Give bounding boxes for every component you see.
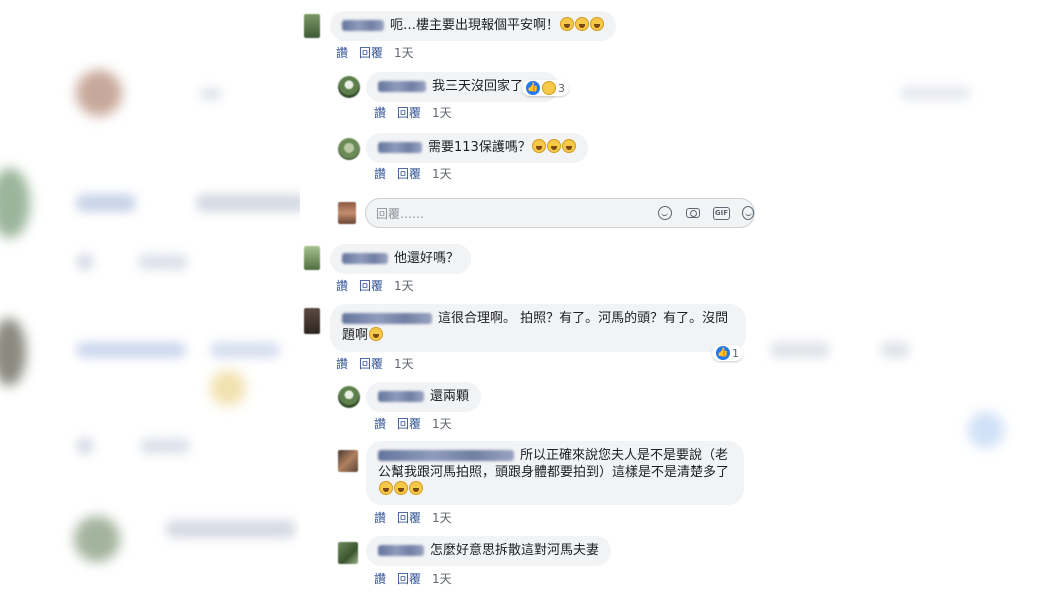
like-link[interactable]: 讚 (374, 417, 386, 431)
haha-reaction-icon (542, 81, 556, 95)
commenter-name[interactable] (378, 81, 426, 92)
haha-emoji-icon (409, 481, 423, 495)
comment-actions: 讚回覆 1天 (374, 104, 463, 121)
comment-bubble: 所以正確來說您夫人是不是要說（老公幫我跟河馬拍照，頭跟身體都要拍到）這樣是不是清… (366, 441, 744, 505)
haha-emoji-icon (394, 481, 408, 495)
commenter-name[interactable] (342, 20, 384, 31)
timestamp[interactable]: 1天 (432, 511, 452, 525)
timestamp[interactable]: 1天 (432, 572, 452, 586)
haha-emoji-icon (369, 327, 384, 341)
reply-link[interactable]: 回覆 (397, 511, 421, 525)
like-link[interactable]: 讚 (374, 106, 386, 120)
comment-text: 怎麼好意思拆散這對河馬夫妻 (430, 543, 600, 558)
timestamp[interactable]: 1天 (432, 417, 452, 431)
avatar[interactable] (338, 76, 360, 98)
reply-link[interactable]: 回覆 (397, 106, 421, 120)
commenter-name[interactable] (378, 142, 422, 153)
blurred-avatar (76, 70, 122, 116)
comment-bubble: 這很合理啊。 拍照？有了。河馬的頭？有了。沒問題啊 (330, 304, 746, 352)
timestamp[interactable]: 1天 (432, 167, 452, 181)
like-link[interactable]: 讚 (374, 572, 386, 586)
comment-bubble: 怎麼好意思拆散這對河馬夫妻 (366, 536, 612, 566)
haha-emoji-icon (590, 17, 605, 31)
comment-bubble: 他還好嗎？ (330, 244, 472, 274)
like-reaction-icon: 👍 (526, 81, 540, 95)
haha-emoji-icon (379, 481, 393, 495)
comment-actions: 讚回覆 1天 (336, 355, 425, 372)
like-link[interactable]: 讚 (336, 46, 348, 60)
timestamp[interactable]: 1天 (394, 357, 414, 371)
like-link[interactable]: 讚 (374, 167, 386, 181)
reaction-summary[interactable]: 👍 1 (712, 345, 743, 361)
comment-actions: 讚回覆 1天 (374, 570, 463, 587)
blurred-avatar (74, 516, 120, 562)
comment-actions: 讚回覆 1天 (374, 509, 463, 526)
reply-link[interactable]: 回覆 (359, 279, 383, 293)
avatar[interactable] (304, 246, 320, 270)
commenter-name[interactable] (342, 253, 388, 264)
reply-link[interactable]: 回覆 (397, 167, 421, 181)
haha-emoji-icon (546, 139, 561, 153)
like-link[interactable]: 讚 (336, 357, 348, 371)
reply-link[interactable]: 回覆 (397, 572, 421, 586)
like-reaction-icon: 👍 (716, 346, 730, 360)
gif-icon[interactable]: GIF (713, 207, 730, 220)
avatar[interactable] (338, 450, 358, 472)
camera-icon[interactable] (686, 208, 700, 218)
commenter-name[interactable] (378, 545, 424, 556)
comment-actions: 讚回覆 1天 (336, 277, 425, 294)
emoji-icon[interactable] (658, 206, 672, 220)
haha-emoji-icon (531, 139, 546, 153)
blurred-avatar (0, 318, 26, 386)
comment-bubble: 呃…樓主要出現報個平安啊！ (330, 11, 617, 41)
sticker-icon[interactable] (742, 206, 754, 220)
avatar[interactable] (338, 138, 360, 160)
reply-link[interactable]: 回覆 (359, 357, 383, 371)
reaction-count: 3 (558, 81, 565, 95)
avatar[interactable] (338, 386, 360, 408)
haha-emoji-icon (560, 17, 575, 31)
commenter-name[interactable] (342, 313, 432, 324)
avatar[interactable] (338, 542, 358, 564)
blurred-avatar (0, 168, 30, 238)
avatar[interactable] (304, 308, 320, 334)
reaction-count: 1 (732, 346, 739, 360)
timestamp[interactable]: 1天 (394, 46, 414, 60)
comment-bubble: 還兩顆 (366, 382, 482, 412)
timestamp[interactable]: 1天 (432, 106, 452, 120)
commenter-name[interactable] (378, 450, 514, 461)
comment-text: 我三天沒回家了 (432, 79, 524, 94)
reply-input[interactable]: 回覆…… GIF (365, 198, 755, 228)
comment-text: 還兩顆 (430, 389, 470, 404)
comment-actions: 讚回覆 1天 (374, 415, 463, 432)
comment-actions: 讚回覆 1天 (374, 165, 463, 182)
haha-emoji-icon (561, 139, 576, 153)
current-user-avatar (338, 202, 356, 224)
timestamp[interactable]: 1天 (394, 279, 414, 293)
haha-emoji-icon (575, 17, 590, 31)
reply-placeholder: 回覆…… (376, 207, 425, 221)
like-link[interactable]: 讚 (336, 279, 348, 293)
avatar[interactable] (304, 14, 320, 38)
comment-actions: 讚回覆 1天 (336, 44, 425, 61)
comment-text: 呃…樓主要出現報個平安啊！ (390, 18, 560, 33)
comment-bubble: 需要113保護嗎？ (366, 133, 588, 163)
reaction-summary[interactable]: 👍 3 (522, 80, 569, 96)
like-link[interactable]: 讚 (374, 511, 386, 525)
reply-link[interactable]: 回覆 (397, 417, 421, 431)
comment-text: 他還好嗎？ (394, 251, 460, 266)
comment-text: 需要113保護嗎？ (428, 140, 531, 155)
commenter-name[interactable] (378, 391, 424, 402)
reply-link[interactable]: 回覆 (359, 46, 383, 60)
